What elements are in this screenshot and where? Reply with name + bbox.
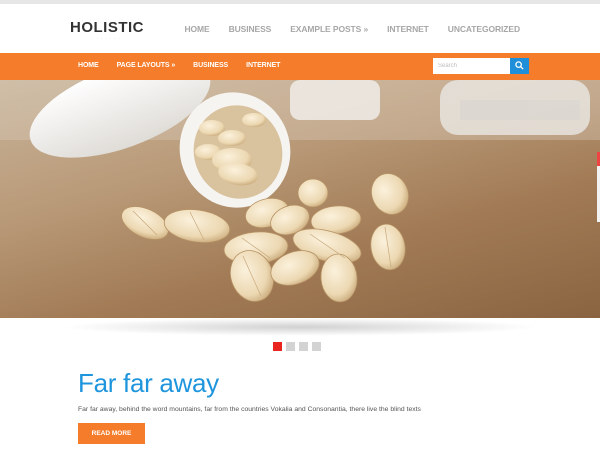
slider-dot-1[interactable]	[273, 342, 282, 351]
top-nav-uncategorized[interactable]: UNCATEGORIZED	[448, 24, 520, 34]
search-icon	[515, 61, 524, 70]
main-nav-internet[interactable]: INTERNET	[246, 62, 280, 69]
top-nav-business[interactable]: BUSINESS	[229, 24, 272, 34]
search-input[interactable]	[433, 58, 510, 74]
main-nav-home[interactable]: HOME	[78, 62, 99, 69]
slider-dot-3[interactable]	[299, 342, 308, 351]
slider-dot-2[interactable]	[286, 342, 295, 351]
hero-shadow	[60, 318, 540, 336]
post-title[interactable]: Far far away	[78, 368, 219, 399]
read-more-button[interactable]: READ MORE	[78, 423, 145, 444]
logo-tagline: · · · · · · ·	[92, 36, 121, 41]
post-excerpt: Far far away, behind the word mountains,…	[78, 406, 421, 413]
hero-slide-image[interactable]	[0, 80, 600, 318]
site-logo[interactable]: HOLISTIC	[70, 19, 144, 36]
slider-pagination	[273, 342, 321, 351]
main-nav-business[interactable]: BUSINESS	[193, 62, 228, 69]
top-nav-internet[interactable]: INTERNET	[387, 24, 429, 34]
search-button[interactable]	[510, 58, 529, 74]
slider-dot-4[interactable]	[312, 342, 321, 351]
site-header: HOLISTIC · · · · · · · HOME BUSINESS EXA…	[0, 4, 600, 53]
top-nav-home[interactable]: HOME	[184, 24, 209, 34]
top-navigation: HOME BUSINESS EXAMPLE POSTS » INTERNET U…	[184, 24, 520, 34]
main-nav-page-layouts[interactable]: PAGE LAYOUTS »	[117, 62, 176, 69]
main-navigation: HOME PAGE LAYOUTS » BUSINESS INTERNET	[78, 62, 280, 69]
pills-photo	[0, 80, 600, 303]
top-nav-example-posts[interactable]: EXAMPLE POSTS »	[290, 24, 368, 34]
